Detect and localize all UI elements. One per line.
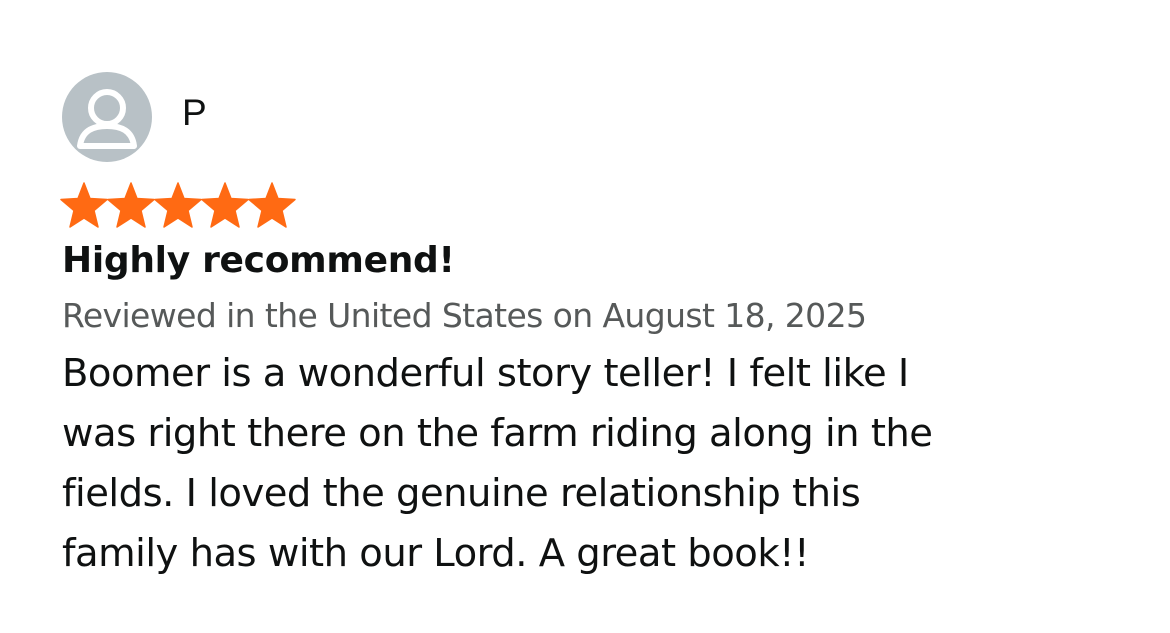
- review-title: Highly recommend!: [62, 240, 455, 281]
- reviewer-profile[interactable]: P: [62, 72, 1152, 162]
- star-icon: [60, 182, 108, 228]
- review-body: Boomer is a wonderful story teller! I fe…: [62, 344, 1122, 584]
- review-date: Reviewed in the United States on August …: [62, 296, 867, 335]
- review-body-line: was right there on the farm riding along…: [62, 411, 933, 456]
- star-icon: [107, 182, 155, 228]
- star-icon: [201, 182, 249, 228]
- review-body-line: Boomer is a wonderful story teller! I fe…: [62, 351, 909, 396]
- review-body-line: family has with our Lord. A great book!!: [62, 531, 810, 576]
- reviewer-name[interactable]: P: [182, 92, 207, 134]
- default-profile-icon[interactable]: [62, 72, 152, 162]
- review-card: P Highly recommend! Reviewed in the Unit…: [60, 72, 1152, 584]
- star-icon: [154, 182, 202, 228]
- star-icon: [248, 182, 296, 228]
- review-body-line: fields. I loved the genuine relationship…: [62, 471, 861, 516]
- star-rating: [60, 182, 1152, 228]
